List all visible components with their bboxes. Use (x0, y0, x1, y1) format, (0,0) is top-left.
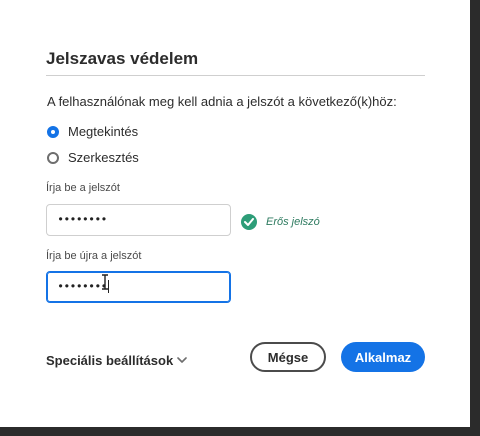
dialog-title: Jelszavas védelem (46, 49, 199, 68)
radio-view-label: Megtekintés (68, 124, 139, 139)
dialog-subtitle: A felhasználónak meg kell adnia a jelszó… (47, 94, 397, 109)
confirm-password-input[interactable]: •••••••• (46, 271, 231, 303)
confirm-password-label: Írja be újra a jelszót (46, 250, 142, 262)
password-protection-dialog: Jelszavas védelem A felhasználónak meg k… (0, 0, 470, 427)
ibeam-cursor-icon (102, 274, 108, 290)
advanced-settings-toggle[interactable]: Speciális beállítások (46, 353, 187, 368)
checkmark-circle-icon (241, 214, 257, 230)
password-label: Írja be a jelszót (46, 182, 120, 194)
password-input[interactable]: •••••••• (46, 204, 231, 236)
title-divider (46, 75, 425, 76)
radio-view[interactable]: Megtekintés (47, 124, 138, 139)
radio-edit-label: Szerkesztés (68, 150, 139, 165)
password-strength: Erős jelszó (241, 214, 320, 230)
radio-unchecked-icon[interactable] (47, 151, 59, 164)
apply-button[interactable]: Alkalmaz (341, 342, 425, 372)
strength-label: Erős jelszó (266, 216, 320, 228)
cancel-button[interactable]: Mégse (250, 342, 326, 372)
radio-edit[interactable]: Szerkesztés (47, 150, 139, 165)
password-value: •••••••• (57, 213, 108, 227)
chevron-down-icon (177, 357, 187, 363)
advanced-settings-label: Speciális beállítások (46, 353, 174, 368)
radio-checked-icon[interactable] (47, 125, 59, 138)
